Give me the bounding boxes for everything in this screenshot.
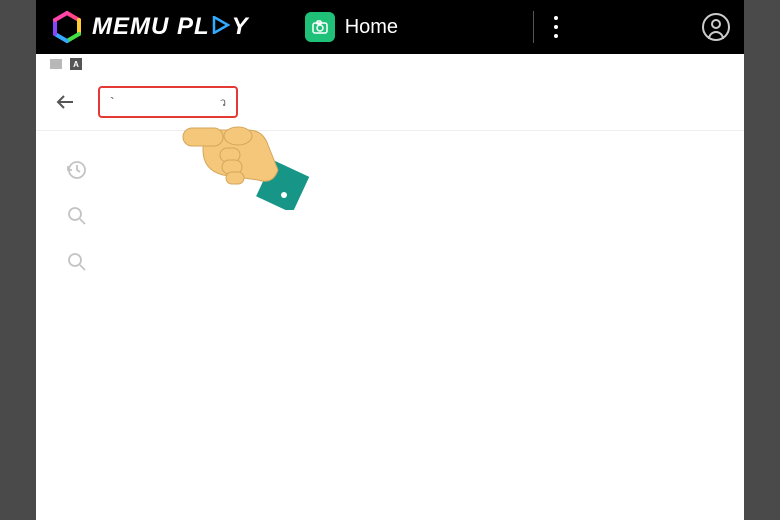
list-item[interactable] [36, 239, 744, 285]
back-arrow-icon[interactable] [54, 90, 78, 114]
history-icon [66, 159, 88, 181]
input-mode-icon: A [70, 58, 82, 70]
brand-logo[interactable]: MEMU PLY [50, 10, 249, 44]
search-icon [66, 205, 88, 227]
keyboard-icon [50, 59, 62, 69]
brand-name: MEMU PLY [92, 13, 249, 41]
memu-logo-icon [50, 10, 84, 44]
header-right [517, 11, 730, 43]
search-text-start: ` [110, 94, 115, 110]
status-bar: A [36, 54, 744, 74]
search-input[interactable]: ` ว [98, 86, 238, 118]
camera-icon [305, 12, 335, 42]
search-cursor: ว [220, 93, 226, 111]
suggestions-list [36, 131, 744, 301]
header-bar: MEMU PLY Home [36, 0, 744, 54]
home-label: Home [345, 16, 398, 39]
search-icon [66, 251, 88, 273]
home-button[interactable]: Home [305, 12, 398, 42]
more-menu-icon[interactable] [550, 12, 562, 42]
list-item[interactable] [36, 147, 744, 193]
search-row: ` ว [36, 74, 744, 131]
list-item[interactable] [36, 193, 744, 239]
divider [533, 11, 534, 43]
app-window: MEMU PLY Home [36, 0, 744, 520]
avatar-icon[interactable] [702, 13, 730, 41]
